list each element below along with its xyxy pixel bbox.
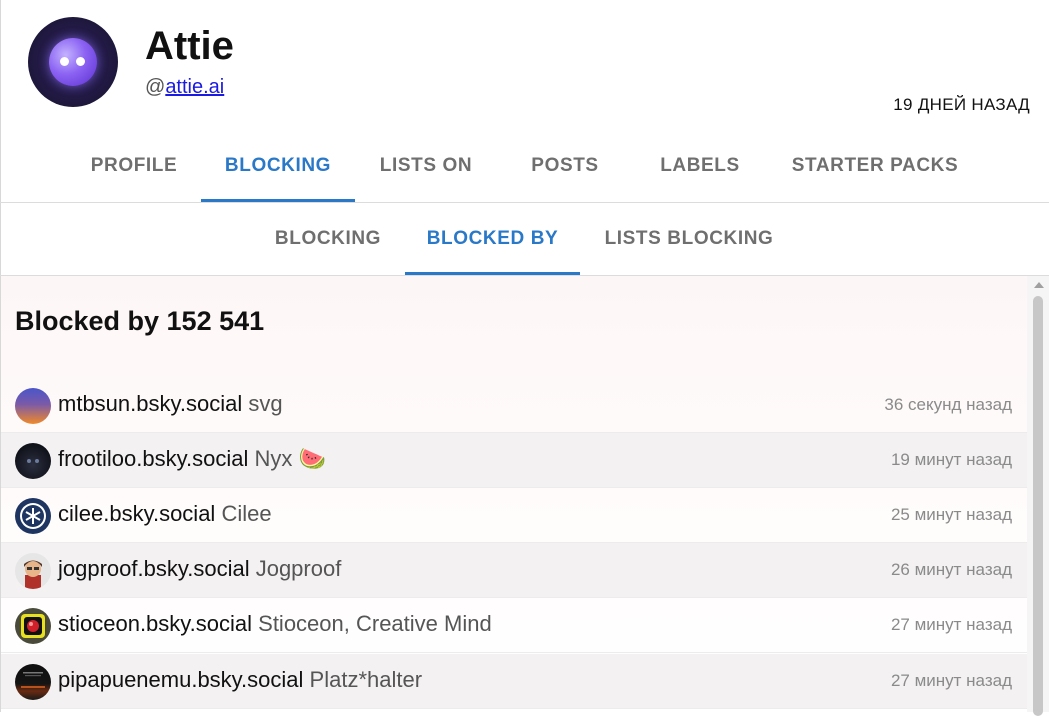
cartoon-person-avatar <box>15 553 51 589</box>
block-time: 36 секунд назад <box>884 395 1012 414</box>
block-time: 25 минут назад <box>890 505 1012 524</box>
list-item-text: frootiloo.bsky.social Nyx 🍉 <box>58 446 326 472</box>
user-handle: stioceon.bsky.social <box>58 611 253 636</box>
user-display-name: svg <box>248 391 283 416</box>
list-item[interactable]: jogproof.bsky.social Jogproof 26 минут н… <box>1 543 1027 598</box>
profile-handle: @attie.ai <box>145 76 224 99</box>
list-item[interactable]: frootiloo.bsky.social Nyx 🍉 19 минут наз… <box>1 433 1027 488</box>
user-display-name: Stioceon, Creative Mind <box>258 611 492 636</box>
tab-lists-on[interactable]: LISTS ON <box>360 140 492 202</box>
tab-profile[interactable]: PROFILE <box>70 140 198 202</box>
sunset-avatar <box>15 388 51 424</box>
subtab-blocked-by[interactable]: BLOCKED BY <box>405 203 580 275</box>
tab-labels[interactable]: LABELS <box>640 140 760 202</box>
subtab-blocking[interactable]: BLOCKING <box>258 203 398 275</box>
list-heading: Blocked by 152 541 <box>15 306 265 336</box>
user-display-name: Jogproof <box>255 556 342 581</box>
user-handle: mtbsun.bsky.social <box>58 391 243 416</box>
list-item-text: jogproof.bsky.social Jogproof <box>58 556 341 582</box>
list-item-text: cilee.bsky.social Cilee <box>58 501 272 527</box>
list-item-text: mtbsun.bsky.social svg <box>58 391 283 417</box>
profile-handle-link[interactable]: attie.ai <box>165 76 224 98</box>
user-handle: jogproof.bsky.social <box>58 556 250 581</box>
user-handle: cilee.bsky.social <box>58 501 216 526</box>
profile-avatar <box>28 17 118 107</box>
list-item[interactable]: mtbsun.bsky.social svg 36 секунд назад <box>1 378 1027 433</box>
scrollbar-thumb[interactable] <box>1033 296 1043 716</box>
profile-age: 19 ДНЕЙ НАЗАД <box>893 95 1030 114</box>
handle-prefix: @ <box>145 76 166 98</box>
asterisk-badge-avatar <box>15 498 51 534</box>
tab-posts[interactable]: POSTS <box>505 140 625 202</box>
main-tabs: PROFILE BLOCKING LISTS ON POSTS LABELS S… <box>0 140 1049 203</box>
block-time: 26 минут назад <box>890 560 1012 579</box>
block-time: 27 минут назад <box>890 615 1012 634</box>
block-time: 27 минут назад <box>890 671 1012 690</box>
dark-creature-avatar <box>15 443 51 479</box>
block-time: 19 минут назад <box>890 450 1012 469</box>
user-display-name: Platz*halter <box>309 667 423 692</box>
night-scene-avatar <box>15 664 51 700</box>
tab-starter-packs[interactable]: STARTER PACKS <box>776 140 974 202</box>
user-display-name: Cilee <box>221 501 272 526</box>
list-item-text: stioceon.bsky.social Stioceon, Creative … <box>58 611 492 637</box>
list-item[interactable]: stioceon.bsky.social Stioceon, Creative … <box>1 598 1027 653</box>
list-item-text: pipapuenemu.bsky.social Platz*halter <box>58 667 422 693</box>
user-display-name: Nyx 🍉 <box>254 446 326 471</box>
profile-name: Attie <box>145 24 234 68</box>
sub-tabs: BLOCKING BLOCKED BY LISTS BLOCKING <box>0 203 1049 276</box>
user-handle: pipapuenemu.bsky.social <box>58 667 304 692</box>
user-handle: frootiloo.bsky.social <box>58 446 249 471</box>
vertical-scrollbar[interactable] <box>1027 276 1049 716</box>
camera-lens-avatar <box>15 608 51 644</box>
list-item[interactable]: pipapuenemu.bsky.social Platz*halter 27 … <box>1 654 1027 709</box>
scroll-up-arrow-icon[interactable] <box>1034 282 1044 288</box>
subtab-lists-blocking[interactable]: LISTS BLOCKING <box>588 203 790 275</box>
tab-blocking[interactable]: BLOCKING <box>201 140 355 202</box>
list-item[interactable]: cilee.bsky.social Cilee 25 минут назад <box>1 488 1027 543</box>
attie-logo-icon <box>49 38 97 86</box>
blocked-by-list: Blocked by 152 541 mtbsun.bsky.social sv… <box>1 276 1027 712</box>
